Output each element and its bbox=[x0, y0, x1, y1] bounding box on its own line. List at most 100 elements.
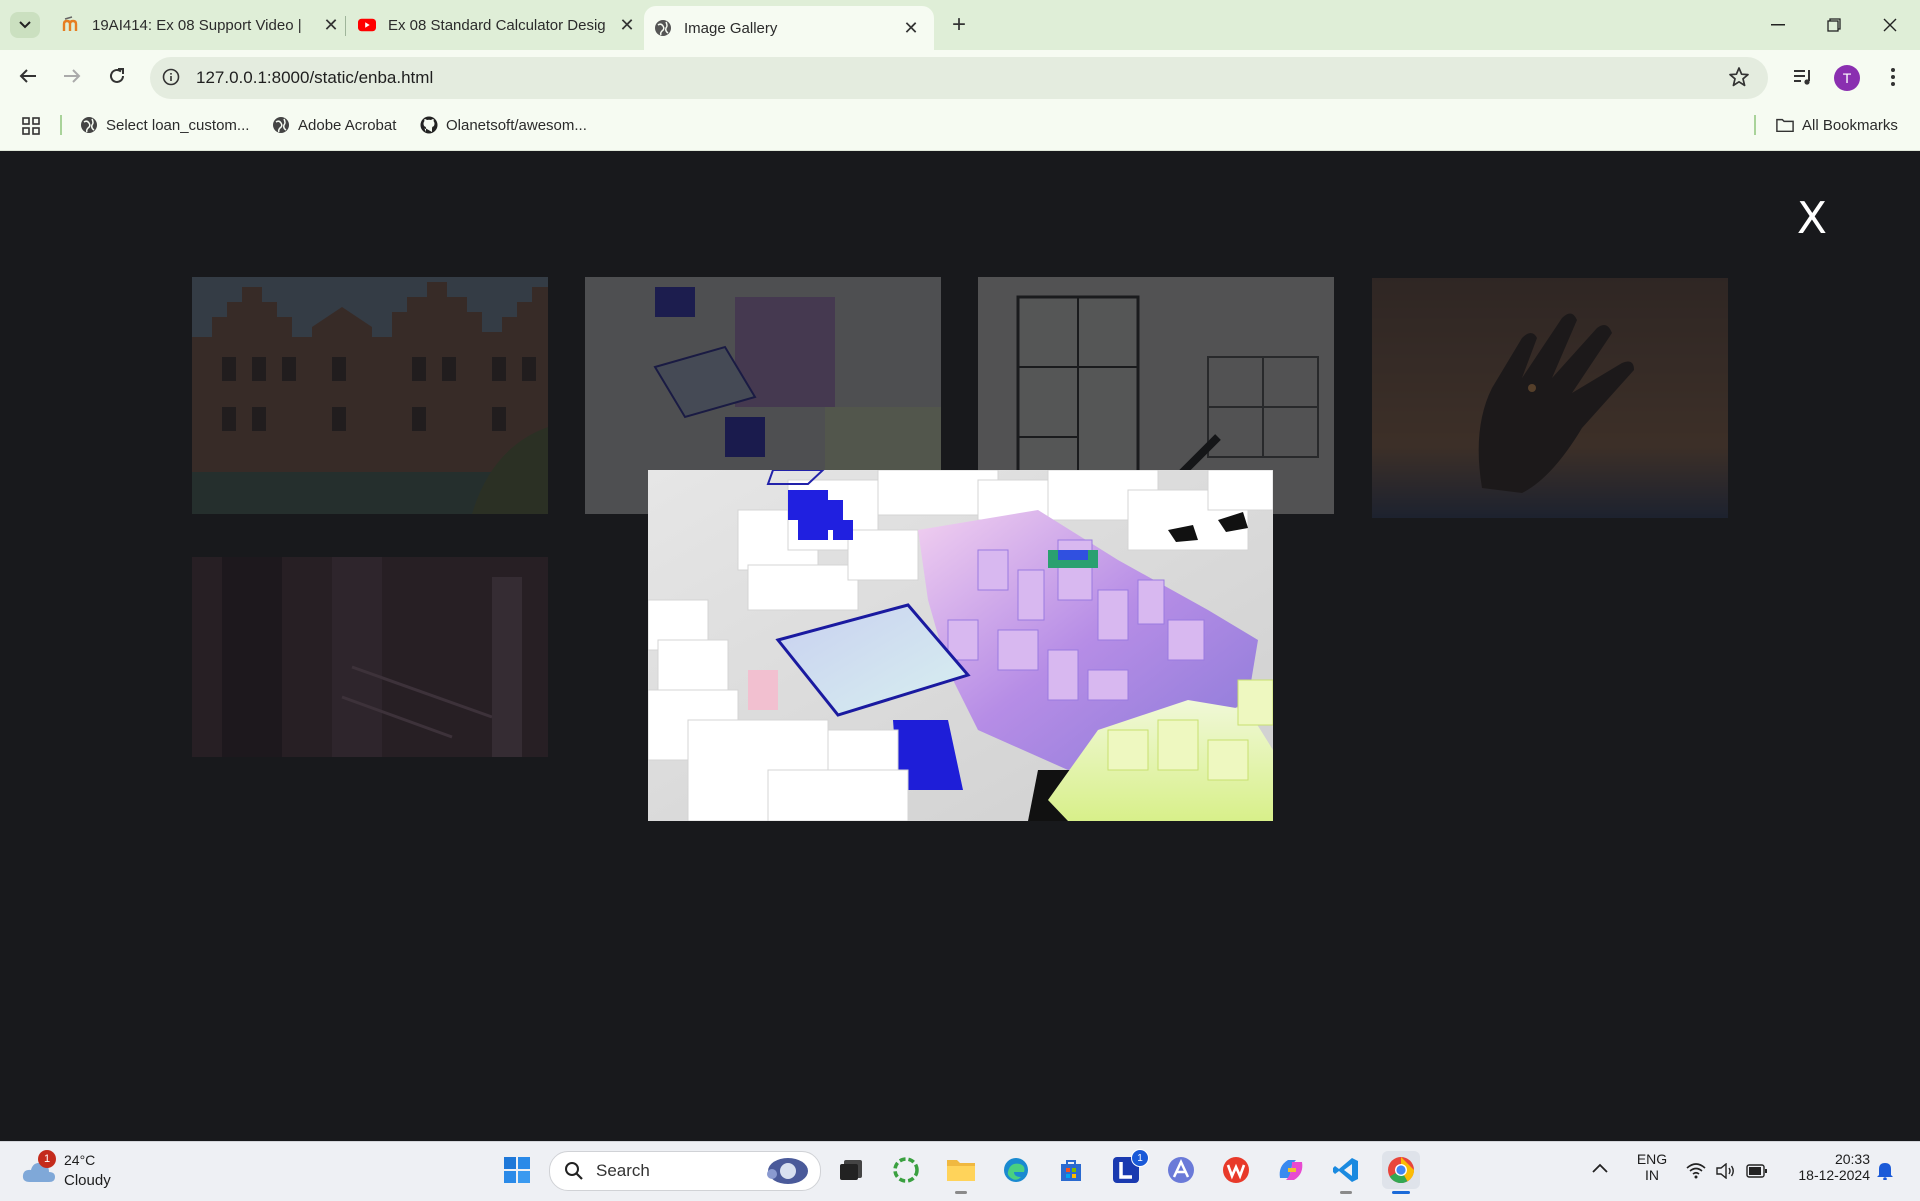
bookmark-label: Olanetsoft/awesom... bbox=[446, 116, 587, 134]
tab-title: Image Gallery bbox=[684, 19, 778, 37]
start-button[interactable] bbox=[498, 1151, 536, 1189]
store-icon bbox=[1061, 1160, 1081, 1181]
thumbnail-dark-interior[interactable] bbox=[192, 557, 548, 757]
edge-icon bbox=[1004, 1158, 1028, 1182]
all-bookmarks-label: All Bookmarks bbox=[1802, 116, 1898, 134]
kebab-menu-icon bbox=[1891, 68, 1895, 86]
taskbar-vscode[interactable] bbox=[1327, 1151, 1365, 1194]
clock[interactable]: 20:33 18-12-2024 bbox=[1780, 1151, 1870, 1183]
tab-title: 19AI414: Ex 08 Support Video | bbox=[92, 16, 302, 34]
tab-image-gallery[interactable]: Image Gallery ✕ bbox=[644, 6, 934, 50]
weather-widget[interactable]: 1 24°C Cloudy bbox=[22, 1150, 142, 1190]
close-tab-icon[interactable]: ✕ bbox=[898, 15, 924, 41]
all-bookmarks-button[interactable]: All Bookmarks bbox=[1776, 112, 1898, 138]
tab-search-button[interactable] bbox=[10, 12, 40, 38]
globe-icon bbox=[81, 117, 97, 133]
enlarged-image[interactable] bbox=[648, 470, 1273, 821]
media-control-button[interactable] bbox=[1790, 64, 1816, 90]
close-gallery-button[interactable]: X bbox=[1792, 193, 1832, 244]
github-icon bbox=[420, 116, 438, 134]
bookmark-olanetsoft[interactable]: Olanetsoft/awesom... bbox=[420, 112, 587, 138]
minimize-button[interactable] bbox=[1750, 0, 1806, 50]
arrow-right-icon bbox=[64, 69, 81, 83]
wps-icon bbox=[1223, 1157, 1249, 1183]
search-icon bbox=[565, 1162, 583, 1180]
notifications-button[interactable] bbox=[1876, 1160, 1896, 1182]
bookmarks-separator bbox=[60, 115, 62, 135]
search-highlight-icon bbox=[767, 1158, 808, 1184]
taskbar-edge[interactable] bbox=[997, 1151, 1035, 1189]
restore-icon bbox=[1827, 18, 1841, 32]
taskbar-wps[interactable] bbox=[1217, 1151, 1255, 1189]
region-code: IN bbox=[1645, 1167, 1659, 1183]
minimize-icon bbox=[1771, 24, 1785, 26]
running-indicator bbox=[955, 1191, 967, 1194]
globe-icon bbox=[273, 117, 289, 133]
thumbnail-building[interactable] bbox=[192, 277, 548, 514]
date-text: 18-12-2024 bbox=[1798, 1167, 1870, 1183]
quick-settings[interactable] bbox=[1686, 1160, 1776, 1182]
bookmark-label: Adobe Acrobat bbox=[298, 116, 397, 134]
reload-button[interactable] bbox=[101, 60, 133, 92]
new-tab-button[interactable]: + bbox=[944, 11, 974, 38]
moodle-icon bbox=[62, 16, 80, 34]
taskbar-store[interactable] bbox=[1052, 1151, 1090, 1189]
copilot-icon bbox=[1279, 1160, 1303, 1180]
show-hidden-icons-button[interactable] bbox=[1592, 1160, 1612, 1180]
wifi-icon bbox=[1686, 1163, 1706, 1179]
ring-app-icon bbox=[893, 1157, 919, 1183]
close-window-button[interactable] bbox=[1862, 0, 1918, 50]
taskbar-chrome[interactable] bbox=[1382, 1151, 1420, 1194]
bookmark-adobe-acrobat[interactable]: Adobe Acrobat bbox=[272, 112, 396, 138]
thumbnail-overlay bbox=[192, 277, 548, 514]
bookmark-label: Select loan_custom... bbox=[106, 116, 250, 134]
chevron-down-icon bbox=[19, 21, 31, 29]
menu-button[interactable] bbox=[1880, 64, 1906, 90]
bookmark-star-icon[interactable] bbox=[1728, 66, 1750, 88]
back-button[interactable] bbox=[12, 60, 44, 92]
battery-icon bbox=[1746, 1164, 1767, 1178]
task-view-button[interactable] bbox=[832, 1151, 870, 1189]
windows-icon bbox=[504, 1157, 530, 1183]
taskbar-l-app[interactable]: 1 bbox=[1107, 1149, 1149, 1189]
language-indicator[interactable]: ENG IN bbox=[1636, 1151, 1668, 1183]
close-icon bbox=[1883, 18, 1897, 32]
weather-condition: Cloudy bbox=[64, 1172, 111, 1189]
search-placeholder: Search bbox=[596, 1161, 650, 1180]
tab-title: Ex 08 Standard Calculator Desig bbox=[388, 16, 606, 34]
bookmarks-separator bbox=[1754, 115, 1756, 135]
weather-temp: 24°C bbox=[64, 1152, 96, 1168]
notification-badge: 1 bbox=[38, 1150, 56, 1168]
thumbnail-overlay bbox=[1372, 278, 1728, 518]
tab-ex08-support[interactable]: 19AI414: Ex 08 Support Video | ✕ bbox=[52, 0, 354, 50]
arrow-left-icon bbox=[19, 69, 36, 83]
time-text: 20:33 bbox=[1834, 1151, 1870, 1167]
bookmark-loan-custom[interactable]: Select loan_custom... bbox=[80, 112, 249, 138]
chevron-up-icon bbox=[1592, 1163, 1608, 1173]
close-tab-icon[interactable]: ✕ bbox=[614, 12, 640, 38]
taskbar-copilot[interactable] bbox=[1272, 1151, 1310, 1189]
volume-icon bbox=[1716, 1163, 1734, 1179]
tab-separator bbox=[345, 16, 346, 36]
profile-avatar[interactable]: T bbox=[1834, 65, 1860, 91]
taskbar-app-green-ring[interactable] bbox=[887, 1151, 925, 1189]
restore-button[interactable] bbox=[1806, 0, 1862, 50]
gallery-page: X bbox=[0, 151, 1920, 1141]
folder-icon bbox=[1776, 118, 1794, 133]
close-tab-icon[interactable]: ✕ bbox=[318, 12, 344, 38]
active-indicator bbox=[1392, 1191, 1410, 1194]
url-text: 127.0.0.1:8000/static/enba.html bbox=[196, 68, 434, 87]
thumbnail-hand-silhouette[interactable] bbox=[1372, 278, 1728, 518]
language-code: ENG bbox=[1636, 1151, 1668, 1167]
taskbar-file-explorer[interactable] bbox=[942, 1151, 980, 1194]
taskbar-search[interactable]: Search bbox=[549, 1151, 821, 1191]
tab-ex08-calculator[interactable]: Ex 08 Standard Calculator Desig ✕ bbox=[348, 0, 650, 50]
site-info-icon[interactable] bbox=[162, 68, 180, 86]
playlist-icon bbox=[1794, 70, 1810, 85]
globe-icon bbox=[654, 19, 672, 37]
bell-icon bbox=[1877, 1163, 1893, 1181]
forward-button[interactable] bbox=[56, 60, 88, 92]
apps-grid-icon[interactable] bbox=[22, 117, 40, 135]
taskbar-triangle-app[interactable] bbox=[1162, 1151, 1200, 1189]
folder-icon bbox=[947, 1160, 975, 1181]
